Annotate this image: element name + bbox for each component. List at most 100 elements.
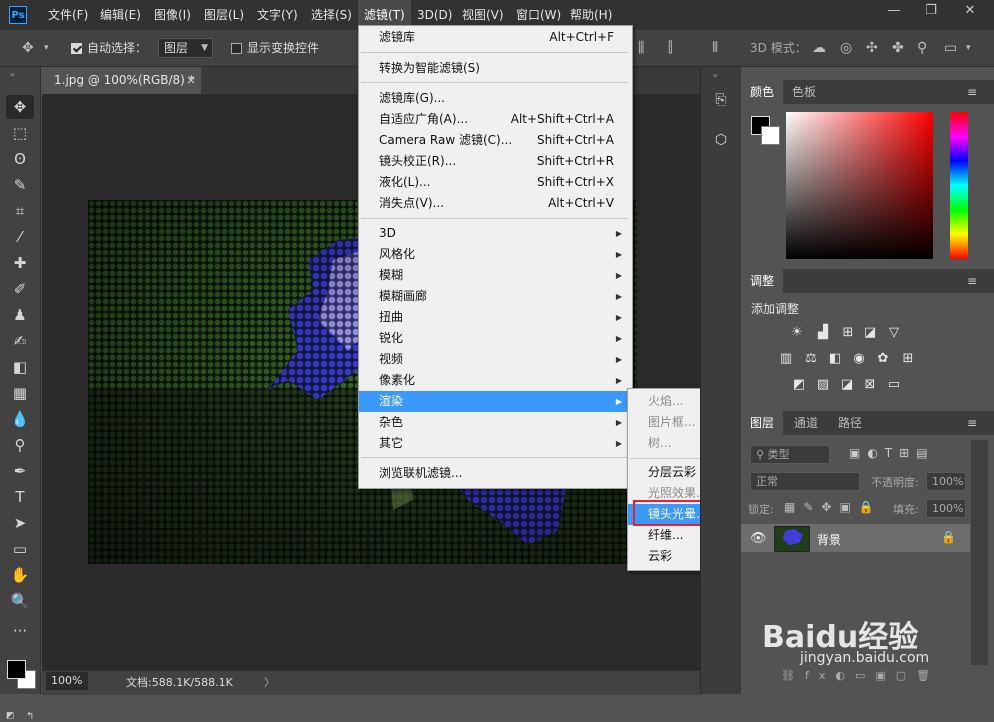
curves-icon[interactable]: ⊞ <box>840 326 856 340</box>
filter-menu-item[interactable]: 扭曲 ▶ <box>359 307 630 328</box>
filter-menu-item[interactable]: Camera Raw 滤镜(C)... Shift+Ctrl+A <box>359 130 630 151</box>
exposure-icon[interactable]: ◪ <box>862 326 878 340</box>
3d-cube-icon[interactable]: ⬡ <box>710 129 732 151</box>
fill-field[interactable]: 100% <box>926 499 966 518</box>
panel-menu-icon[interactable]: ≡ <box>967 80 977 104</box>
levels-icon[interactable]: ▟ <box>815 326 831 340</box>
zoom-level[interactable]: 100% <box>46 672 88 690</box>
filter-menu-item[interactable]: 3D ▶ <box>359 223 630 244</box>
panel-menu-icon[interactable]: ≡ <box>967 269 977 293</box>
healing-brush-icon[interactable]: ✚ <box>6 251 34 275</box>
eye-icon[interactable]: 👁 <box>750 531 767 546</box>
filter-menu-item[interactable]: 模糊画廊 ▶ <box>359 286 630 307</box>
filter-menu-item[interactable]: 其它 ▶ <box>359 433 630 454</box>
tool-preset-chevron-icon[interactable]: ▾ <box>44 30 49 66</box>
filter-menu-item[interactable]: 自适应广角(A)... Alt+Shift+Ctrl+A <box>359 109 630 130</box>
move-tool-icon[interactable]: ✥ <box>22 30 34 66</box>
3d-drag-icon[interactable]: ✣ <box>866 30 878 66</box>
expand-icon[interactable]: « <box>713 71 718 80</box>
stamp-icon[interactable]: ♟ <box>6 303 34 327</box>
menu-edit[interactable]: 编辑(E) <box>94 0 147 30</box>
blur-icon[interactable]: 💧 <box>6 407 34 431</box>
blend-mode-dropdown[interactable]: 正常 <box>750 472 860 491</box>
filter-menu-item[interactable]: 液化(L)... Shift+Ctrl+X <box>359 172 630 193</box>
menu-file[interactable]: 文件(F) <box>42 0 94 30</box>
filter-menu-item[interactable]: 转换为智能滤镜(S) <box>359 58 630 79</box>
document-tab[interactable]: 1.jpg @ 100%(RGB/8) * <box>42 67 202 94</box>
dodge-icon[interactable]: ⚲ <box>6 433 34 457</box>
tab-swatches[interactable]: 色板 <box>783 80 825 104</box>
panel-menu-icon[interactable]: ≡ <box>967 411 977 435</box>
filter-menu-item-render[interactable]: 渲染 ▶ <box>359 391 630 412</box>
swap-colors-icon[interactable]: ↰ <box>26 711 34 722</box>
minimize-icon[interactable]: — <box>876 0 912 22</box>
color-picker-field[interactable] <box>786 112 933 259</box>
rectangle-icon[interactable]: ▭ <box>6 537 34 561</box>
3d-rotate-icon[interactable]: ☁ <box>812 30 826 66</box>
vibrance-icon[interactable]: ▽ <box>886 326 902 340</box>
show-transform-checkbox[interactable]: 显示变换控件 <box>231 30 319 66</box>
channel-mixer-icon[interactable]: ✿ <box>875 352 891 366</box>
tab-color[interactable]: 颜色 <box>741 80 784 104</box>
gradient-map-icon[interactable]: ▭ <box>886 378 902 392</box>
layer-name[interactable]: 背景 <box>817 531 841 548</box>
menu-image[interactable]: 图像(I) <box>148 0 197 30</box>
hue-saturation-icon[interactable]: ▥ <box>778 352 794 366</box>
filter-menu-item[interactable]: 视频 ▶ <box>359 349 630 370</box>
layer-filter-icons[interactable]: ▣◐T⊞▤ <box>849 446 935 460</box>
tab-channels[interactable]: 通道 <box>785 411 827 435</box>
filter-menu-item[interactable]: 消失点(V)... Alt+Ctrl+V <box>359 193 630 214</box>
tab-adjustments[interactable]: 调整 <box>741 269 784 293</box>
workspace-chevron-icon[interactable]: ▾ <box>966 30 971 66</box>
layer-kind-filter[interactable]: ⚲ 类型 <box>750 445 830 464</box>
close-window-icon[interactable]: ✕ <box>952 0 988 22</box>
gradient-icon[interactable]: ▦ <box>6 381 34 405</box>
tab-paths[interactable]: 路径 <box>829 411 871 435</box>
filter-menu-item[interactable]: 镜头校正(R)... Shift+Ctrl+R <box>359 151 630 172</box>
pen-icon[interactable]: ✒ <box>6 459 34 483</box>
lasso-icon[interactable]: ʘ <box>6 147 34 171</box>
filter-menu-item[interactable]: 滤镜库(G)... <box>359 88 630 109</box>
invert-icon[interactable]: ◩ <box>791 378 807 392</box>
filter-menu-item[interactable]: 风格化 ▶ <box>359 244 630 265</box>
workspace-icon[interactable]: ▭ <box>944 30 957 66</box>
filter-menu-item[interactable]: 像素化 ▶ <box>359 370 630 391</box>
layers-scrollbar[interactable] <box>971 440 988 665</box>
history-brush-icon[interactable]: ✍ <box>6 329 34 353</box>
foreground-color-top[interactable] <box>7 660 26 679</box>
brightness-icon[interactable]: ☀ <box>789 326 805 340</box>
hue-slider[interactable] <box>950 112 968 259</box>
lock-icons[interactable]: ▦✎✥▣🔒 <box>784 500 882 514</box>
menu-layer[interactable]: 图层(L) <box>198 0 250 30</box>
history-icon[interactable]: ⎘ <box>710 89 732 111</box>
crop-icon[interactable]: ⌗ <box>6 199 34 223</box>
threshold-icon[interactable]: ◪ <box>839 378 855 392</box>
align-right-icon[interactable]: ⫿ <box>668 30 672 66</box>
hand-icon[interactable]: ✋ <box>6 563 34 587</box>
layer-footer-icons[interactable]: ⛓fx◐▭▣▢🗑 <box>781 669 940 682</box>
3d-slide-icon[interactable]: ✤ <box>892 30 904 66</box>
type-icon[interactable]: T <box>6 485 34 509</box>
auto-select-dropdown[interactable]: 图层 ▼ <box>158 38 213 58</box>
status-expand-arrow[interactable]: 〉 <box>264 671 275 695</box>
default-colors-icon[interactable]: ◩ <box>6 711 15 721</box>
quick-select-icon[interactable]: ✎ <box>6 173 34 197</box>
color-lookup-icon[interactable]: ⊞ <box>900 352 916 366</box>
menu-select[interactable]: 选择(S) <box>305 0 358 30</box>
filter-menu-item[interactable]: 锐化 ▶ <box>359 328 630 349</box>
posterize-icon[interactable]: ▨ <box>815 378 831 392</box>
menu-type[interactable]: 文字(Y) <box>251 0 304 30</box>
photo-filter-icon[interactable]: ◉ <box>851 352 867 366</box>
eraser-icon[interactable]: ◧ <box>6 355 34 379</box>
auto-select-checkbox[interactable]: 自动选择： <box>71 30 147 66</box>
opacity-field[interactable]: 100% <box>926 472 966 491</box>
filter-menu-item[interactable]: 模糊 ▶ <box>359 265 630 286</box>
marquee-icon[interactable]: ⬚ <box>6 121 34 145</box>
collapse-icon[interactable]: » <box>10 70 15 79</box>
restore-icon[interactable]: ❐ <box>913 0 949 22</box>
eyedropper-icon[interactable]: ⁄ <box>6 225 34 249</box>
color-balance-icon[interactable]: ⚖ <box>803 352 819 366</box>
search-icon[interactable]: ⚲ <box>917 30 927 66</box>
brush-icon[interactable]: ✐ <box>6 277 34 301</box>
close-tab-icon[interactable]: × <box>186 67 196 94</box>
